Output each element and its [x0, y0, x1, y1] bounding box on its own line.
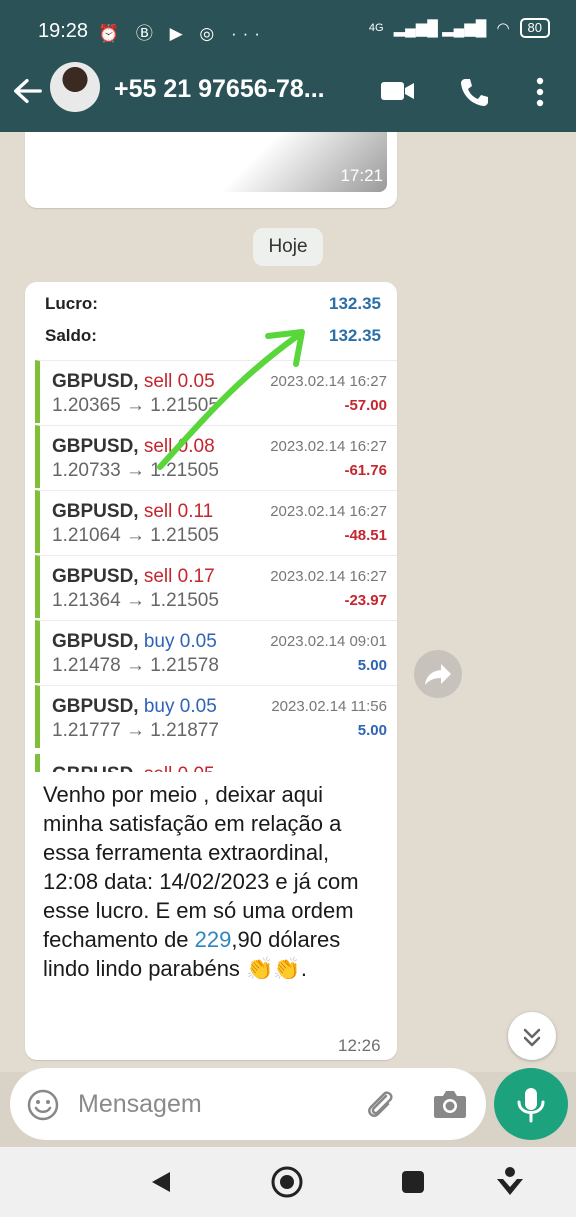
message-time: 17:21	[340, 166, 383, 185]
trade-datetime: 2023.02.14 09:01	[270, 633, 387, 650]
message-text: Venho por meio , deixar aqui minha satis…	[43, 780, 373, 983]
trade-side: buy 0.05	[143, 696, 217, 717]
chat-area[interactable]: 17:21 Hoje Lucro: 132.35 Saldo: 132.35 G…	[0, 132, 576, 1072]
trade-pnl: -23.97	[344, 592, 387, 609]
saldo-value: 132.35	[329, 326, 381, 345]
system-nav-bar	[0, 1147, 576, 1217]
saldo-label: Saldo:	[45, 326, 97, 345]
signal-icon: ▂▄▆█ ▂▄▆█	[393, 20, 487, 37]
trade-row: GBPUSD, sell 0.17 1.21364 → 1.21505 2023.0…	[35, 555, 397, 618]
message-composer[interactable]: Mensagem	[10, 1068, 486, 1140]
trade-pnl: -48.51	[344, 527, 387, 544]
trade-datetime: 2023.02.14 16:27	[270, 503, 387, 520]
avatar[interactable]	[50, 62, 100, 112]
trade-side: sell 0.17	[143, 566, 215, 587]
more-vert-icon[interactable]	[534, 76, 546, 108]
mic-icon	[517, 1088, 545, 1123]
forward-icon	[425, 664, 451, 685]
trade-row: GBPUSD, buy 0.05 1.21478 → 1.21578 2023.02…	[35, 620, 397, 683]
trade-pnl: 5.00	[357, 722, 387, 739]
trade-datetime: 2023.02.14 16:27	[270, 568, 387, 585]
nav-home-icon[interactable]	[270, 1165, 304, 1199]
forward-button[interactable]	[414, 650, 462, 698]
chevron-down-icon	[523, 1028, 541, 1047]
trade-pnl: -57.00	[344, 397, 387, 414]
trade-symbol: GBPUSD, buy 0.05	[52, 631, 217, 652]
notification-icons: ⏰ Ⓑ ▶ ◎ ···	[98, 24, 266, 43]
status-bar: 19:28 ⏰ Ⓑ ▶ ◎ ··· 4G ▂▄▆█ ▂▄▆█ ◠ 80	[0, 0, 576, 62]
camera-icon[interactable]	[432, 1088, 468, 1120]
trade-prices: 1.21364 → 1.21505	[52, 590, 219, 611]
mic-button[interactable]	[494, 1068, 568, 1140]
nav-assist-icon[interactable]	[494, 1165, 526, 1199]
trade-prices: 1.21064 → 1.21505	[52, 525, 219, 546]
cut-off-trade-row: GBPUSD, sell 0.05	[35, 754, 397, 772]
trade-prices: 1.21777 → 1.21877	[52, 720, 219, 741]
trade-prices: 1.21478 → 1.21578	[52, 655, 219, 676]
trade-datetime: 2023.02.14 11:56	[271, 698, 387, 715]
trade-symbol: GBPUSD, sell 0.17	[52, 566, 215, 587]
network-type: 4G	[368, 22, 384, 34]
trade-pnl: 5.00	[357, 657, 387, 674]
trade-pnl: -61.76	[344, 462, 387, 479]
nav-back-icon[interactable]	[148, 1169, 174, 1195]
nav-recents-icon[interactable]	[400, 1169, 426, 1195]
emoji-icon[interactable]	[26, 1088, 60, 1122]
trade-symbol: GBPUSD, buy 0.05	[52, 696, 217, 717]
lucro-label: Lucro:	[45, 294, 98, 313]
lucro-value: 132.35	[329, 294, 381, 313]
trade-symbol: GBPUSD, sell 0.11	[52, 501, 214, 522]
attach-icon[interactable]	[362, 1086, 398, 1122]
trade-row: GBPUSD, sell 0.11 1.21064 → 1.21505 2023.0…	[35, 490, 397, 553]
back-arrow-icon[interactable]	[10, 74, 44, 108]
wifi-icon: ◠	[496, 20, 510, 37]
status-right: 4G ▂▄▆█ ▂▄▆█ ◠ 80	[369, 18, 550, 38]
trade-side: buy 0.05	[143, 631, 217, 652]
trade-row: GBPUSD, buy 0.05 1.21777 → 1.21877 2023.02…	[35, 685, 397, 748]
phone-icon[interactable]	[458, 76, 490, 108]
green-arrow-annotation	[157, 329, 305, 470]
message-input[interactable]: Mensagem	[78, 1090, 202, 1119]
status-time: 19:28	[38, 20, 89, 42]
video-call-icon[interactable]	[380, 78, 416, 104]
day-divider: Hoje	[253, 228, 323, 266]
contact-name[interactable]: +55 21 97656-78...	[114, 75, 325, 104]
message-highlight: 229	[194, 927, 232, 952]
previous-image-message[interactable]: 17:21	[25, 132, 397, 208]
scroll-down-button[interactable]	[508, 1012, 556, 1060]
trade-side: sell 0.11	[143, 501, 214, 522]
battery-icon: 80	[519, 18, 550, 38]
